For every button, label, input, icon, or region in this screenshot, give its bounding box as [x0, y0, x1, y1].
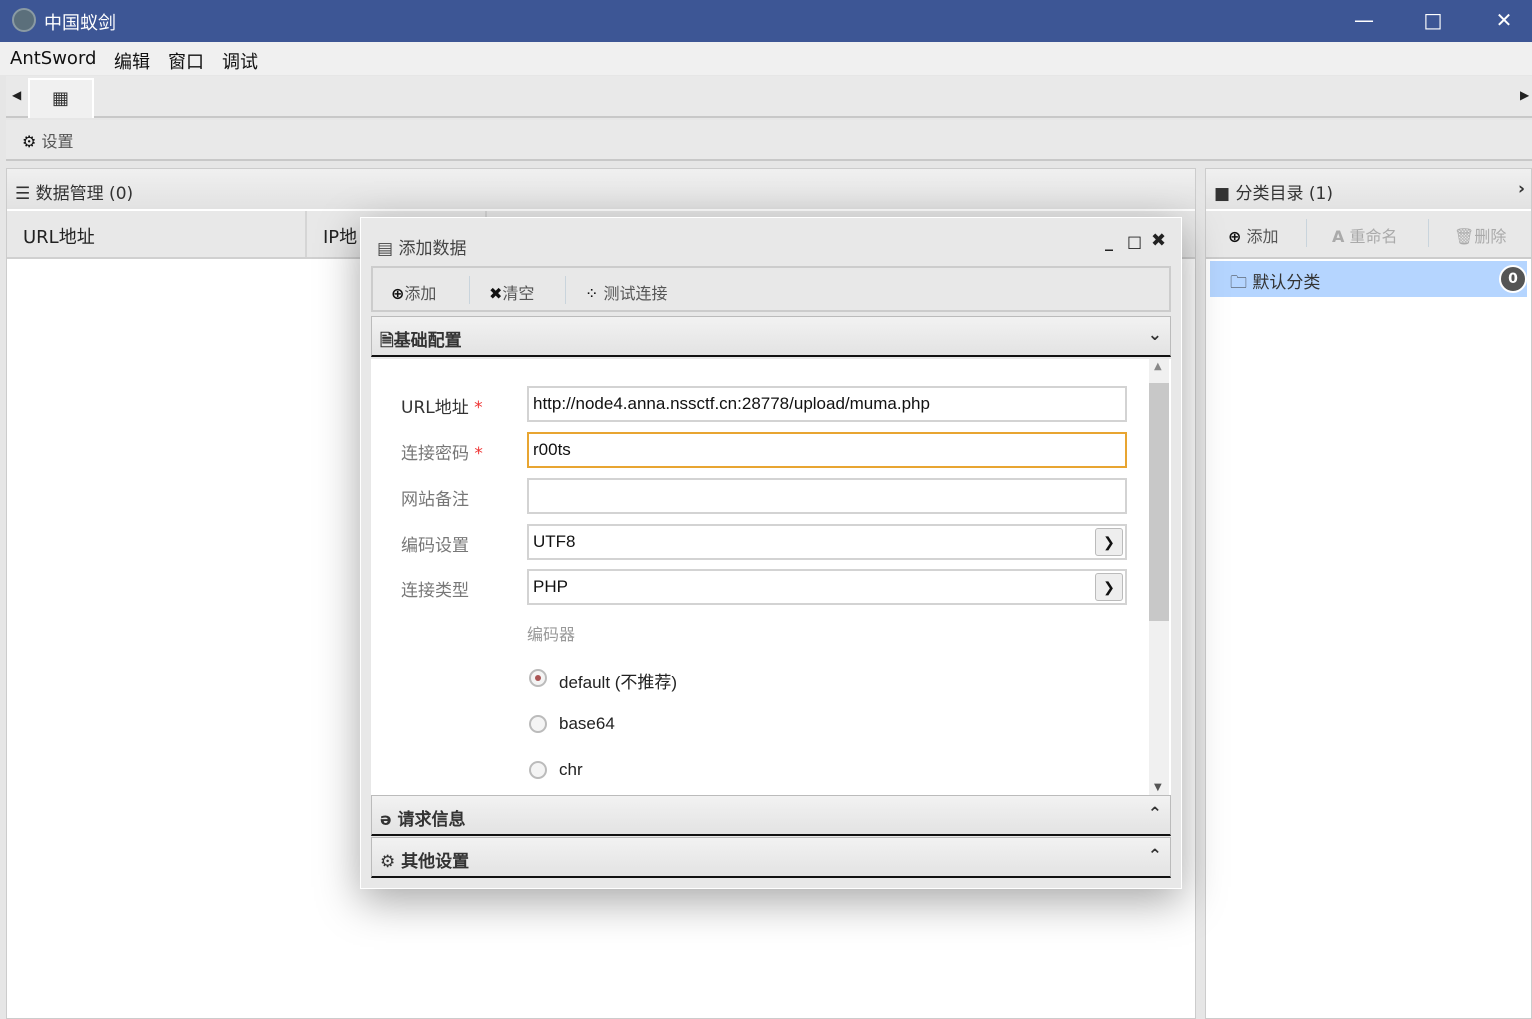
- encoding-label: 编码设置: [401, 536, 469, 556]
- category-add-button[interactable]: ⊕ 添加: [1228, 223, 1279, 247]
- collapse-right-icon[interactable]: ›: [1518, 179, 1525, 199]
- title-bar: 中国蚁剑 — □ ✕: [0, 0, 1532, 42]
- type-value: PHP: [533, 577, 568, 596]
- category-count-badge: 0: [1499, 265, 1527, 293]
- encoder-label: 编码器: [527, 625, 576, 644]
- test-label: 测试连接: [603, 284, 668, 303]
- url-label: URL地址 *: [401, 398, 483, 418]
- encoder-base64-label[interactable]: base64: [559, 714, 615, 734]
- minimize-icon[interactable]: —: [1344, 6, 1384, 36]
- encoder-chr-label[interactable]: chr: [559, 760, 583, 780]
- section-request-title: 请求信息: [397, 810, 466, 830]
- scrollbar[interactable]: ▲ ▼: [1149, 359, 1169, 795]
- chevron-down-icon[interactable]: ❯: [1095, 528, 1123, 556]
- trash-icon: 🗑: [1454, 227, 1475, 246]
- category-name: 默认分类: [1252, 273, 1321, 293]
- maximize-icon[interactable]: □: [1413, 6, 1453, 36]
- settings-button[interactable]: ⚙ 设置: [22, 128, 73, 152]
- data-panel-title: 数据管理 (0): [35, 184, 134, 204]
- toolbar: ⚙ 设置: [6, 120, 1532, 161]
- gear-icon: ⚙: [22, 132, 37, 151]
- encoder-base64-radio[interactable]: [529, 715, 547, 733]
- data-panel-header: ☰ 数据管理 (0): [7, 169, 1195, 211]
- section-request-header[interactable]: ə 请求信息 ⌃: [371, 795, 1171, 836]
- scroll-down-icon[interactable]: ▼: [1154, 782, 1162, 793]
- add-data-dialog: ▤ 添加数据 _ □ ✖ ⊕添加 ✖清空 ⁘ 测试连接 🗎基础配置 ⌄ ▲ ▼ …: [360, 217, 1182, 889]
- encoder-chr-radio[interactable]: [529, 761, 547, 779]
- menu-antsword[interactable]: AntSword: [10, 48, 96, 69]
- section-other-header[interactable]: ⚙ 其他设置 ⌃: [371, 837, 1171, 878]
- scroll-up-icon[interactable]: ▲: [1154, 361, 1162, 372]
- category-add-label: 添加: [1246, 227, 1279, 246]
- settings-label: 设置: [41, 132, 74, 151]
- dialog-header[interactable]: ▤ 添加数据: [377, 234, 466, 259]
- password-label: 连接密码 *: [401, 444, 483, 464]
- menu-debug[interactable]: 调试: [222, 48, 258, 74]
- folder-icon: ■: [1214, 184, 1231, 204]
- encoding-select[interactable]: UTF8 ❯: [527, 524, 1127, 560]
- chevron-down-icon: ⌄: [1147, 325, 1162, 345]
- note-input[interactable]: [527, 478, 1127, 514]
- window-title: 中国蚁剑: [44, 13, 116, 34]
- scroll-left-icon[interactable]: ◀: [12, 88, 21, 102]
- category-rename-button[interactable]: A 重命名: [1332, 223, 1398, 247]
- type-select[interactable]: PHP ❯: [527, 569, 1127, 605]
- menu-edit[interactable]: 编辑: [114, 48, 150, 74]
- password-input[interactable]: r00ts: [527, 432, 1127, 468]
- scroll-right-icon[interactable]: ▶: [1520, 88, 1529, 102]
- tab-bar: ◀ ▦ ▶: [6, 76, 1532, 118]
- clear-button[interactable]: ✖清空: [489, 280, 534, 304]
- grid-icon: ▦: [52, 88, 70, 109]
- antsword-logo-icon: [12, 8, 36, 32]
- dialog-close-icon[interactable]: ✖: [1151, 230, 1166, 251]
- section-basic-title: 基础配置: [393, 331, 462, 351]
- folder-open-icon: 🗀: [1230, 273, 1247, 293]
- encoder-default-radio[interactable]: [529, 669, 547, 687]
- clear-label: 清空: [502, 284, 535, 303]
- spinner-icon: ⁘: [585, 284, 599, 303]
- basic-config-form: ▲ ▼ URL地址 * http://node4.anna.nssctf.cn:…: [371, 359, 1171, 795]
- column-url[interactable]: URL地址: [7, 211, 307, 257]
- dialog-toolbar: ⊕添加 ✖清空 ⁘ 测试连接: [371, 266, 1171, 312]
- dialog-maximize-icon[interactable]: □: [1127, 232, 1142, 251]
- category-delete-label: 删除: [1474, 227, 1507, 246]
- add-button[interactable]: ⊕添加: [391, 280, 436, 304]
- gears-icon: ⚙: [380, 852, 396, 872]
- category-panel-header: ■ 分类目录 (1) ›: [1206, 169, 1531, 211]
- add-label: 添加: [404, 284, 437, 303]
- chevron-down-icon[interactable]: ❯: [1095, 573, 1123, 601]
- category-delete-button[interactable]: 🗑删除: [1454, 223, 1506, 247]
- document-icon: 🗎: [380, 331, 394, 351]
- window-icon: ▤: [377, 239, 394, 259]
- menu-bar: AntSword 编辑 窗口 调试: [0, 42, 1532, 75]
- encoding-value: UTF8: [533, 532, 576, 551]
- dialog-minimize-icon[interactable]: _: [1105, 232, 1113, 251]
- section-other-title: 其他设置: [401, 852, 470, 872]
- chevron-up-icon: ⌃: [1147, 804, 1162, 824]
- tab-home[interactable]: ▦: [28, 78, 94, 118]
- list-icon: ☰: [15, 184, 31, 204]
- category-item-default[interactable]: 🗀 默认分类 0: [1210, 261, 1527, 297]
- menu-window[interactable]: 窗口: [168, 48, 204, 74]
- scrollbar-thumb[interactable]: [1149, 383, 1169, 621]
- category-panel-title: 分类目录 (1): [1235, 184, 1333, 204]
- category-rename-label: 重命名: [1349, 227, 1398, 246]
- note-label: 网站备注: [401, 490, 469, 510]
- url-input[interactable]: http://node4.anna.nssctf.cn:28778/upload…: [527, 386, 1127, 422]
- close-icon[interactable]: ✕: [1484, 6, 1524, 36]
- category-toolbar: ⊕ 添加 A 重命名 🗑删除: [1206, 211, 1531, 259]
- type-label: 连接类型: [401, 581, 469, 601]
- category-panel: ■ 分类目录 (1) › ⊕ 添加 A 重命名 🗑删除 🗀 默认分类 0: [1205, 168, 1532, 1019]
- section-basic-header[interactable]: 🗎基础配置 ⌄: [371, 316, 1171, 357]
- dialog-title: 添加数据: [398, 239, 467, 259]
- test-connection-button[interactable]: ⁘ 测试连接: [585, 280, 668, 304]
- ie-icon: ə: [380, 810, 392, 830]
- chevron-up-icon: ⌃: [1147, 846, 1162, 866]
- encoder-default-label[interactable]: default (不推荐): [559, 668, 677, 693]
